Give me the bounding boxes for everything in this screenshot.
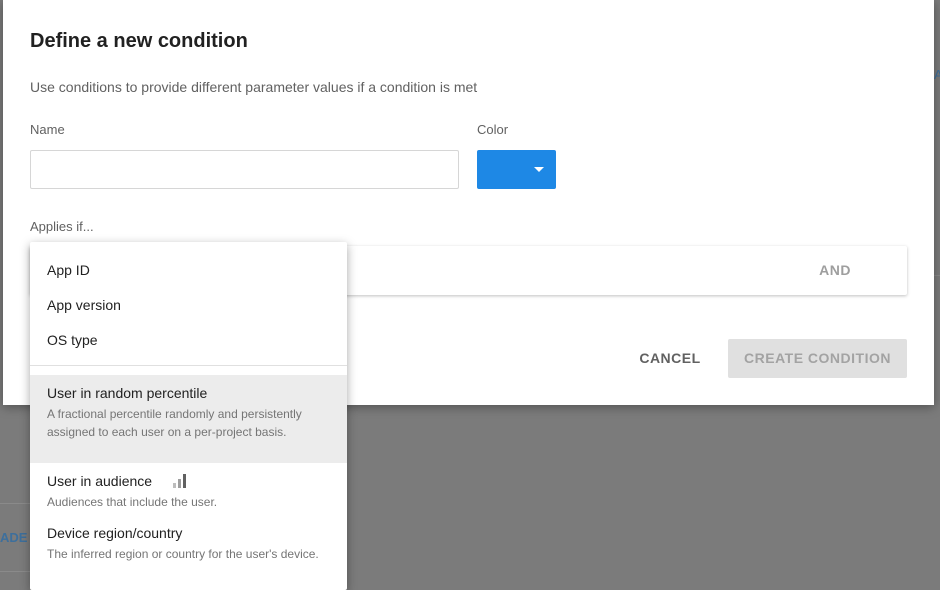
background-divider <box>0 503 30 504</box>
color-picker[interactable] <box>477 150 556 189</box>
menu-item-label: App version <box>47 297 121 313</box>
cancel-button[interactable]: CANCEL <box>629 339 711 378</box>
applies-if-label: Applies if... <box>30 219 94 234</box>
dialog-description: Use conditions to provide different para… <box>30 79 478 95</box>
dropdown-caret-icon <box>534 167 544 172</box>
menu-item-label: User in random percentile <box>47 385 208 401</box>
menu-item-label: User in audience <box>47 473 153 489</box>
signal-bars-icon <box>173 474 186 488</box>
name-label: Name <box>30 122 65 137</box>
create-condition-button[interactable]: CREATE CONDITION <box>728 339 907 378</box>
background-divider <box>0 571 30 572</box>
and-button[interactable]: AND <box>819 262 851 278</box>
background-divider <box>934 275 940 276</box>
condition-type-menu: App ID App version OS type User in rando… <box>30 242 347 590</box>
menu-item-label: App ID <box>47 262 90 278</box>
background-button-text[interactable]: ADE <box>0 530 27 545</box>
menu-item-description: The inferred region or country for the u… <box>47 547 319 561</box>
menu-item-device-region-country[interactable]: Device region/country The inferred regio… <box>30 515 347 590</box>
menu-item-user-in-audience[interactable]: User in audience Audiences that include … <box>30 463 347 515</box>
menu-item-description: A fractional percentile randomly and per… <box>47 407 302 439</box>
menu-item-description: Audiences that include the user. <box>47 495 218 509</box>
color-label: Color <box>477 122 509 137</box>
menu-item-app-version[interactable]: App version <box>30 287 347 322</box>
name-input[interactable] <box>30 150 459 189</box>
menu-divider <box>30 365 347 366</box>
menu-item-app-id[interactable]: App ID <box>30 252 347 287</box>
background-link-text[interactable]: A <box>934 67 940 82</box>
menu-item-user-in-random-percentile[interactable]: User in random percentile A fractional p… <box>30 375 347 463</box>
dialog-title: Define a new condition <box>30 30 248 52</box>
menu-item-label: Device region/country <box>47 525 183 541</box>
menu-item-label: OS type <box>47 332 98 348</box>
menu-item-os-type[interactable]: OS type <box>30 322 347 357</box>
